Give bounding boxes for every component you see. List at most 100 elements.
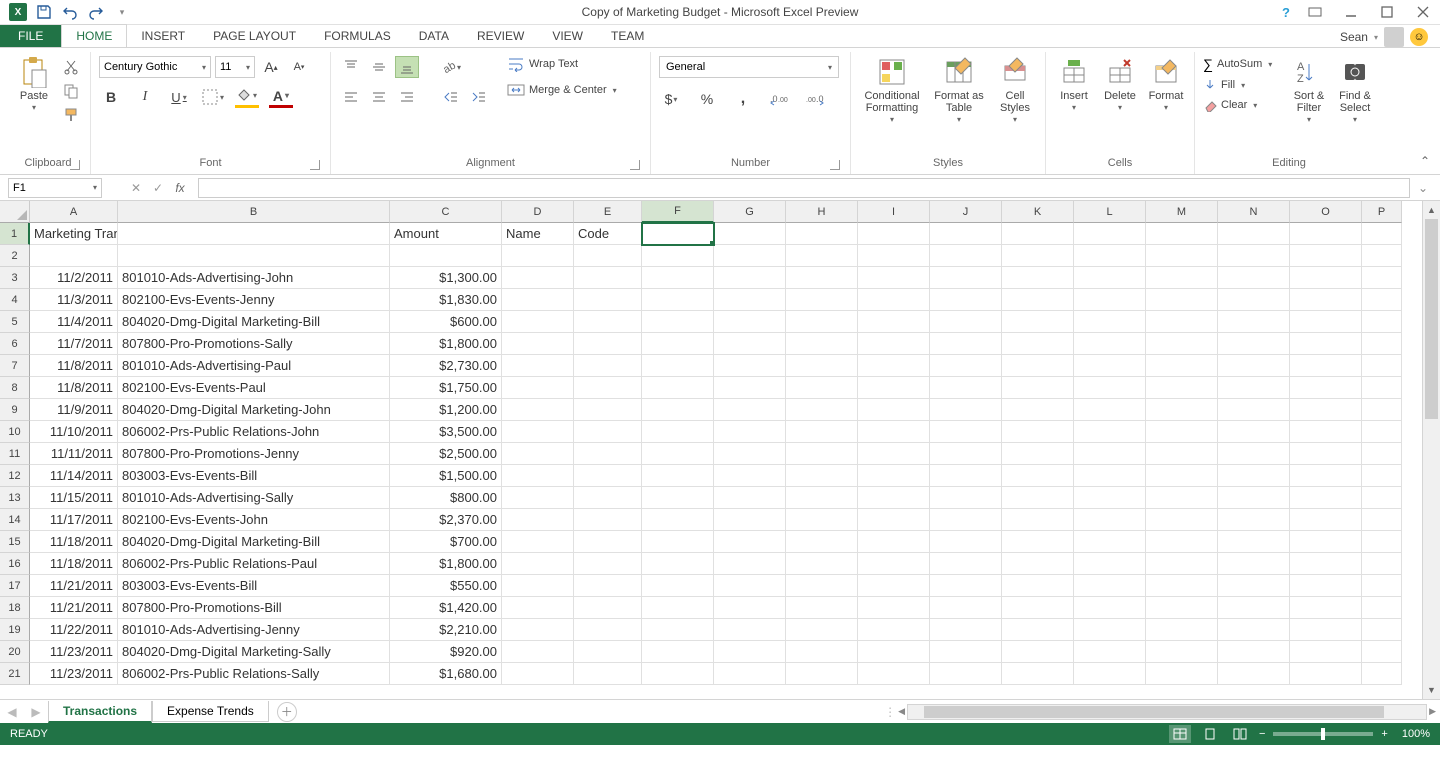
cell[interactable]	[930, 443, 1002, 465]
cell[interactable]	[1074, 553, 1146, 575]
cell[interactable]	[714, 267, 786, 289]
copy-icon[interactable]	[60, 80, 82, 102]
cell[interactable]	[1290, 311, 1362, 333]
cell[interactable]	[786, 465, 858, 487]
orientation-icon[interactable]: ab▾	[439, 56, 463, 78]
cell[interactable]: 11/9/2011	[30, 399, 118, 421]
tab-view[interactable]: VIEW	[538, 25, 597, 47]
cell[interactable]	[858, 443, 930, 465]
cell[interactable]	[1362, 421, 1402, 443]
clear-button[interactable]: Clear▾	[1203, 98, 1283, 112]
cell[interactable]	[786, 421, 858, 443]
cell[interactable]	[858, 267, 930, 289]
cell[interactable]	[1074, 663, 1146, 685]
cell[interactable]	[1362, 443, 1402, 465]
cell[interactable]: Amount	[390, 223, 502, 245]
accounting-format-icon[interactable]: $▾	[659, 88, 683, 110]
row-header[interactable]: 20	[0, 641, 30, 663]
cell[interactable]	[1074, 421, 1146, 443]
cell[interactable]	[1146, 553, 1218, 575]
cell[interactable]	[502, 641, 574, 663]
cell[interactable]: 11/8/2011	[30, 377, 118, 399]
collapse-ribbon-icon[interactable]: ⌃	[1420, 154, 1430, 168]
cell[interactable]	[714, 465, 786, 487]
cell[interactable]	[642, 663, 714, 685]
cell[interactable]	[1290, 267, 1362, 289]
cell[interactable]	[1002, 267, 1074, 289]
cell[interactable]	[858, 377, 930, 399]
cell[interactable]	[714, 487, 786, 509]
cell[interactable]	[574, 377, 642, 399]
decrease-font-icon[interactable]: A▾	[287, 56, 311, 78]
decrease-decimal-icon[interactable]: .00.0	[803, 88, 827, 110]
tab-file[interactable]: FILE	[0, 25, 61, 47]
row-header[interactable]: 5	[0, 311, 30, 333]
cell[interactable]	[502, 619, 574, 641]
cell[interactable]	[1146, 465, 1218, 487]
cell[interactable]: 11/21/2011	[30, 575, 118, 597]
add-sheet-icon[interactable]: ＋	[277, 702, 297, 722]
redo-icon[interactable]	[84, 1, 108, 23]
cell[interactable]	[1362, 289, 1402, 311]
cell[interactable]	[642, 531, 714, 553]
cell[interactable]	[1362, 223, 1402, 245]
cell[interactable]: Marketing Transactions	[30, 223, 118, 245]
fill-color-icon[interactable]: ▾	[235, 86, 259, 108]
hscroll-right-icon[interactable]: ▶	[1429, 706, 1436, 717]
number-dialog-launcher[interactable]	[830, 160, 840, 170]
cell[interactable]	[930, 421, 1002, 443]
tab-review[interactable]: REVIEW	[463, 25, 538, 47]
cell[interactable]: $1,420.00	[390, 597, 502, 619]
cell[interactable]: 11/23/2011	[30, 641, 118, 663]
undo-icon[interactable]	[58, 1, 82, 23]
minimize-icon[interactable]	[1340, 2, 1362, 22]
font-size-select[interactable]: 11▾	[215, 56, 255, 78]
cell[interactable]	[642, 289, 714, 311]
cell[interactable]: 804020-Dmg-Digital Marketing-Bill	[118, 531, 390, 553]
cell[interactable]	[1290, 597, 1362, 619]
cell[interactable]: $600.00	[390, 311, 502, 333]
cell[interactable]	[930, 597, 1002, 619]
cell[interactable]	[786, 619, 858, 641]
sheet-tab-expense-trends[interactable]: Expense Trends	[152, 701, 269, 722]
sheet-nav-next-icon[interactable]: ▶	[24, 705, 48, 719]
cell[interactable]	[1002, 531, 1074, 553]
tab-page-layout[interactable]: PAGE LAYOUT	[199, 25, 310, 47]
cell[interactable]	[858, 289, 930, 311]
insert-cells-button[interactable]: Insert▾	[1054, 56, 1094, 113]
cell[interactable]	[858, 597, 930, 619]
cell[interactable]	[1002, 333, 1074, 355]
cell[interactable]	[118, 245, 390, 267]
cell[interactable]: $1,750.00	[390, 377, 502, 399]
cell[interactable]	[714, 663, 786, 685]
cell[interactable]: 11/7/2011	[30, 333, 118, 355]
align-middle-icon[interactable]	[367, 56, 391, 78]
cell[interactable]	[786, 531, 858, 553]
cell[interactable]	[574, 509, 642, 531]
cell[interactable]: 801010-Ads-Advertising-Jenny	[118, 619, 390, 641]
excel-icon[interactable]: X	[6, 1, 30, 23]
cell[interactable]: $3,500.00	[390, 421, 502, 443]
cell[interactable]	[714, 641, 786, 663]
formula-input[interactable]	[198, 178, 1410, 198]
cell[interactable]	[858, 399, 930, 421]
cell[interactable]	[1218, 443, 1290, 465]
vscroll-thumb[interactable]	[1425, 219, 1438, 419]
cell[interactable]	[642, 377, 714, 399]
cell[interactable]	[1218, 619, 1290, 641]
merge-center-button[interactable]: Merge & Center▾	[507, 82, 617, 98]
cell[interactable]	[1146, 421, 1218, 443]
cell[interactable]	[574, 289, 642, 311]
cell[interactable]	[930, 333, 1002, 355]
cell[interactable]	[1146, 487, 1218, 509]
cell[interactable]	[714, 311, 786, 333]
cell[interactable]	[502, 421, 574, 443]
increase-font-icon[interactable]: A▴	[259, 56, 283, 78]
cell[interactable]	[1074, 575, 1146, 597]
cell[interactable]	[1290, 399, 1362, 421]
row-header[interactable]: 21	[0, 663, 30, 685]
row-header[interactable]: 11	[0, 443, 30, 465]
cell[interactable]	[1218, 377, 1290, 399]
row-header[interactable]: 16	[0, 553, 30, 575]
cell[interactable]: 11/10/2011	[30, 421, 118, 443]
